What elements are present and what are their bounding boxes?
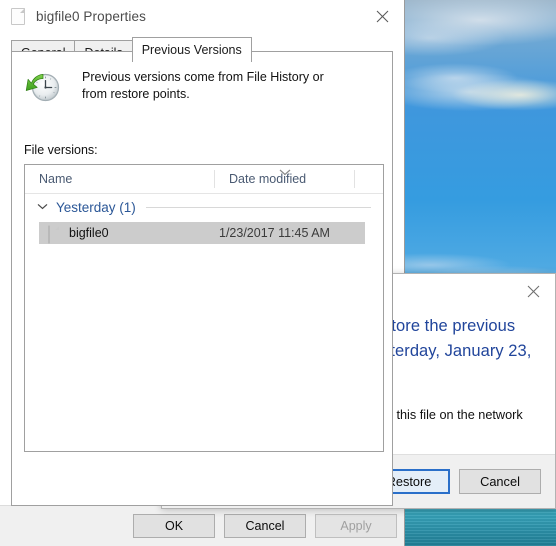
close-icon[interactable] [511, 274, 555, 308]
apply-button-label: Apply [340, 519, 372, 533]
column-divider[interactable] [354, 170, 355, 188]
properties-window: bigfile0 Properties General Details Prev… [0, 0, 405, 546]
info-text: Previous versions come from File History… [82, 70, 324, 101]
tab-previous-versions-label: Previous Versions [141, 42, 242, 57]
restore-button-label: Restore [386, 474, 432, 489]
apply-button: Apply [315, 514, 397, 538]
dialog-cancel-button-label: Cancel [480, 474, 520, 489]
cancel-button[interactable]: Cancel [224, 514, 306, 538]
tab-previous-versions[interactable]: Previous Versions [131, 37, 252, 63]
list-item-name: bigfile0 [69, 226, 109, 240]
list-column-headers: Name Date modified [25, 165, 383, 194]
sort-descending-icon [279, 165, 292, 179]
group-divider-line [145, 206, 371, 208]
window-footer: OK Cancel Apply [0, 505, 404, 546]
file-versions-list[interactable]: Name Date modified Yesterday (1) bigfile… [24, 164, 384, 452]
list-item-date-modified: 1/23/2017 11:45 AM [219, 226, 330, 240]
column-header-date-modified[interactable]: Date modified [215, 165, 355, 193]
file-versions-label: File versions: [24, 143, 98, 157]
column-header-name-label: Name [39, 172, 73, 186]
ok-button-label: OK [164, 519, 184, 533]
ok-button[interactable]: OK [133, 514, 215, 538]
tab-panel-previous-versions: Previous versions come from File History… [11, 51, 393, 506]
document-icon [11, 7, 27, 26]
column-header-date-modified-label: Date modified [229, 172, 307, 186]
close-icon[interactable] [360, 0, 404, 33]
list-group-label: Yesterday (1) [56, 199, 136, 215]
dialog-cancel-button[interactable]: Cancel [459, 469, 541, 494]
chevron-down-icon[interactable] [37, 202, 48, 213]
clock-restore-icon [24, 68, 64, 108]
cancel-button-label: Cancel [245, 519, 285, 533]
window-titlebar: bigfile0 Properties [0, 0, 404, 33]
list-item[interactable]: bigfile0 1/23/2017 11:45 AM [39, 222, 365, 244]
screen: bigfile0 Properties General Details Prev… [0, 0, 556, 546]
document-icon [48, 224, 60, 244]
column-header-name[interactable]: Name [25, 165, 215, 193]
window-title: bigfile0 Properties [36, 9, 146, 24]
list-group-header[interactable]: Yesterday (1) [25, 194, 383, 220]
